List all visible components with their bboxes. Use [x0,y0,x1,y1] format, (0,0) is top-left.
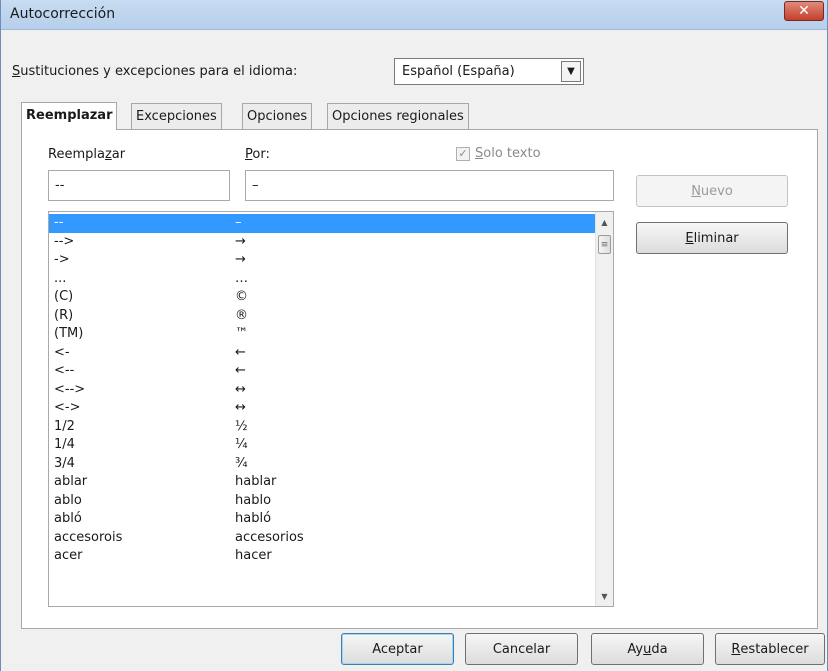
table-row[interactable]: accesorois accesorios [49,529,595,548]
scroll-thumb[interactable]: ≡ [598,235,611,254]
table-row[interactable]: acer hacer [49,547,595,566]
replacement-list[interactable]: -- – --> → -> → ...… (C) © (R) ® (TM) ™ <- ← <-… [48,211,614,607]
table-row[interactable]: (R) ® [49,307,595,326]
with-label: Por: [245,147,270,162]
title-bar[interactable]: Autocorrección ✕ [1,0,827,30]
window-title: Autocorrección [10,6,116,22]
reset-button[interactable]: Restablecer [715,633,825,665]
table-row[interactable]: ablar hablar [49,473,595,492]
table-row[interactable]: <- ← [49,344,595,363]
table-row[interactable]: -> → [49,251,595,270]
chevron-down-icon[interactable]: ▼ [561,61,581,82]
language-select-value: Español (España) [402,64,515,79]
language-select[interactable]: Español (España) ▼ [394,58,584,85]
grip-icon: ≡ [600,239,609,250]
tab-opciones-regionales[interactable]: Opciones regionales [327,103,469,130]
text-only-label: Solo texto [475,146,541,161]
autocorrect-dialog: Autocorrección ✕ Sustituciones y excepci… [0,0,828,671]
table-row[interactable]: abló habló [49,510,595,529]
text-only-checkbox[interactable]: ✓ [456,146,470,161]
table-row[interactable]: 1/4 ¼ [49,436,595,455]
tab-reemplazar[interactable]: Reemplazar [21,102,118,130]
close-icon: ✕ [798,3,810,19]
new-button[interactable]: Nuevo [636,175,788,207]
replace-input[interactable]: -- [48,170,230,201]
list-scrollbar[interactable]: ▲ ≡ ▼ [595,212,613,606]
tab-opciones[interactable]: Opciones [242,103,313,130]
table-row[interactable]: 3/4 ¾ [49,455,595,474]
ok-button[interactable]: Aceptar [341,633,454,665]
table-row[interactable]: <-> ↔ [49,399,595,418]
language-label: Sustituciones y excepciones para el idio… [12,64,298,79]
scroll-down-icon[interactable]: ▼ [596,588,613,604]
table-row[interactable]: 1/2 ½ [49,418,595,437]
cancel-button[interactable]: Cancelar [465,633,578,665]
check-icon: ✓ [458,147,468,160]
replacement-rows: -- – --> → -> → ...… (C) © (R) ® (TM) ™ <- ← <-… [49,214,595,566]
table-row[interactable]: -- – [49,214,595,233]
table-row[interactable]: --> → [49,233,595,252]
table-row[interactable]: <--> ↔ [49,381,595,400]
delete-button[interactable]: Eliminar [636,222,788,254]
table-row[interactable]: <-- ← [49,362,595,381]
scroll-up-icon[interactable]: ▲ [596,214,613,230]
table-row[interactable]: ...… [49,270,595,289]
text-only-option[interactable]: ✓ Solo texto [456,146,541,161]
help-button[interactable]: Ay u da [591,633,704,665]
with-input[interactable]: – [245,170,614,201]
table-row[interactable]: ablo hablo [49,492,595,511]
close-button[interactable]: ✕ [784,1,824,21]
table-row[interactable]: (C) © [49,288,595,307]
replace-label: Reemplazar [48,147,126,162]
table-row[interactable]: (TM) ™ [49,325,595,344]
tab-excepciones[interactable]: Excepciones [131,103,222,130]
